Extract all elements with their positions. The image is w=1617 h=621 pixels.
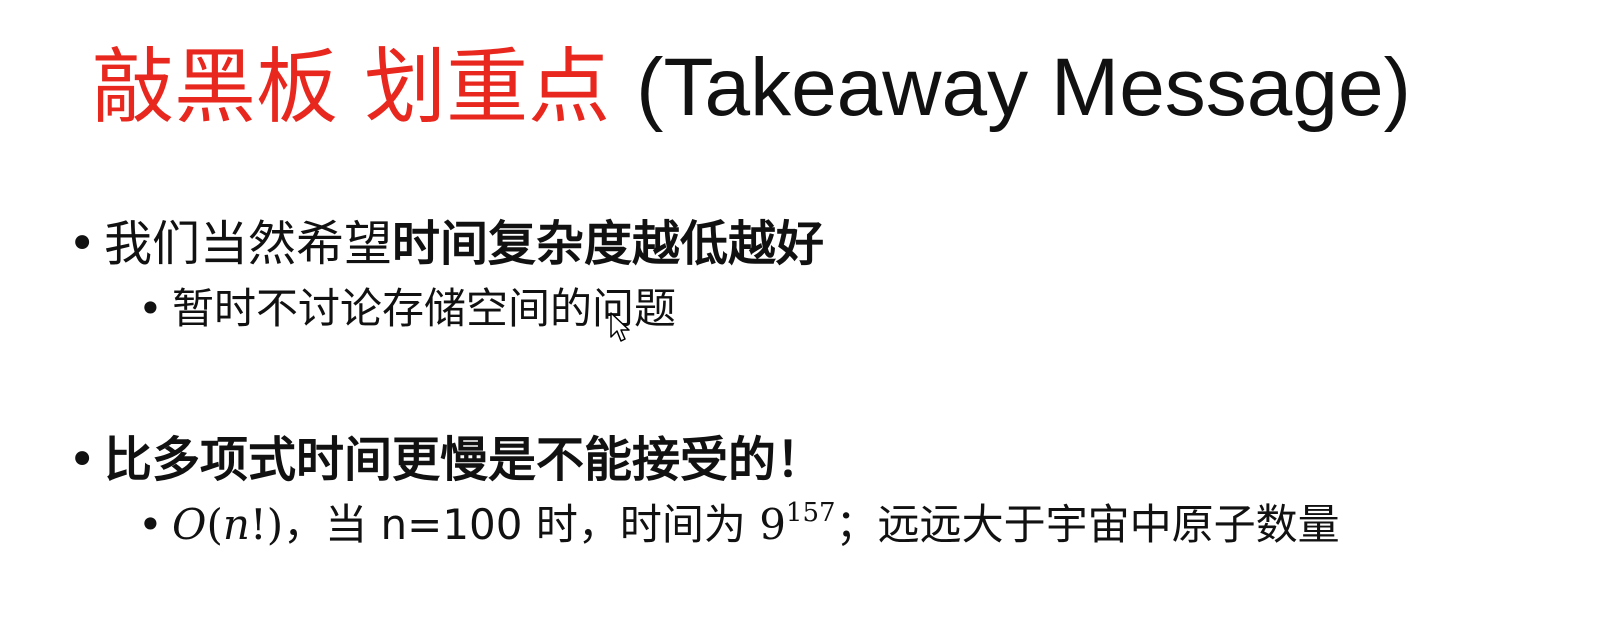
- sub-bullet-2-text-mid: ，当 n=100 时，时间为: [283, 500, 760, 549]
- bullet-icon: •: [68, 216, 97, 272]
- sub-bullet-2-text-end: ；远远大于宇宙中原子数量: [835, 500, 1340, 549]
- bullet-item-1: • 我们当然希望时间复杂度越低越好: [68, 214, 824, 274]
- sub-bullet-icon: •: [138, 284, 163, 333]
- math-big-o: O: [172, 500, 207, 549]
- bullet-2-emphasis: 比多项式时间更慢是不能接受的！: [104, 432, 825, 488]
- bullet-icon: •: [68, 432, 97, 488]
- math-power-exponent: 157: [785, 498, 836, 528]
- slide-title: 敲黑板 划重点 (Takeaway Message): [92, 36, 1411, 140]
- title-english: (Takeaway Message): [636, 42, 1411, 133]
- sub-bullet-item-1: • 暂时不讨论存储空间的问题: [138, 282, 676, 336]
- math-n: n: [222, 500, 250, 549]
- math-paren-open: (: [206, 500, 223, 549]
- math-factorial-close: !): [249, 500, 284, 549]
- sub-bullet-1-text: 暂时不讨论存储空间的问题: [172, 284, 677, 333]
- math-power-base: 9: [759, 500, 786, 549]
- bullet-1-text: 我们当然希望: [104, 216, 393, 272]
- title-chinese: 敲黑板 划重点: [92, 40, 611, 135]
- mouse-pointer-icon: [610, 312, 630, 342]
- slide: 敲黑板 划重点 (Takeaway Message) • 我们当然希望时间复杂度越…: [0, 0, 1617, 621]
- bullet-1-emphasis: 时间复杂度越低越好: [392, 216, 825, 272]
- sub-bullet-item-2: • O(n!)，当 n=100 时，时间为 9157；远远大于宇宙中原子数量: [138, 498, 1340, 552]
- sub-bullet-icon: •: [138, 500, 163, 549]
- bullet-item-2: • 比多项式时间更慢是不能接受的！: [68, 430, 824, 490]
